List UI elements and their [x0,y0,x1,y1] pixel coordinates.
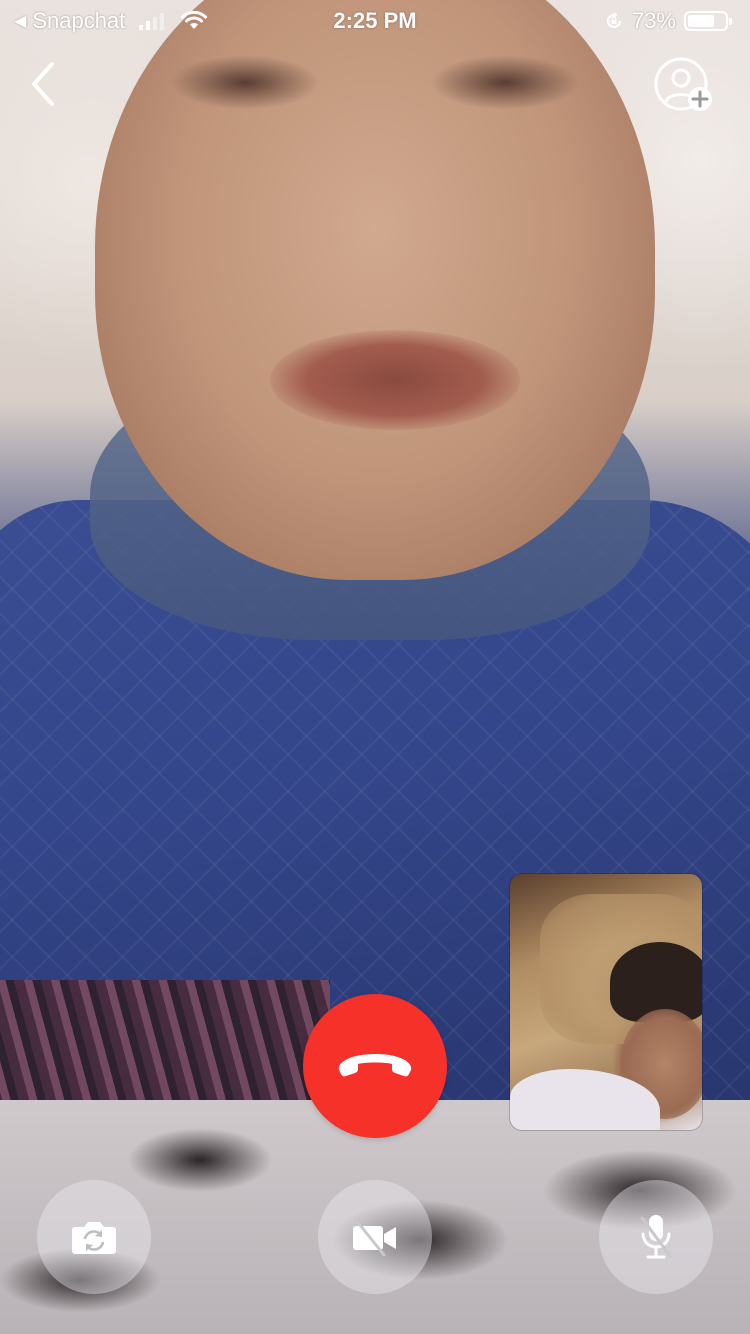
status-right: 73% [604,8,732,34]
status-bar: ◀ Snapchat 2:25 PM 73% [0,0,750,40]
video-toggle-button[interactable] [318,1180,432,1294]
add-participant-button[interactable] [652,56,718,116]
hang-up-phone-icon [338,1054,412,1077]
mic-toggle-button[interactable] [599,1180,713,1294]
chevron-left-icon [32,62,54,106]
remote-mouth [270,330,520,430]
battery-icon [684,11,732,31]
add-friend-icon [654,57,712,111]
orientation-lock-icon [606,12,622,29]
battery-fill [688,15,714,27]
video-off-icon [353,1218,396,1257]
remote-eye-left [170,55,320,110]
camera-flip-icon [72,1222,116,1254]
end-call-button[interactable] [303,994,447,1138]
self-video-preview[interactable] [510,874,702,1130]
flip-camera-button[interactable] [37,1180,151,1294]
remote-eye-right [430,55,580,110]
back-button[interactable] [22,58,66,110]
microphone-off-icon [640,1215,672,1259]
battery-percent: 73% [631,8,676,33]
